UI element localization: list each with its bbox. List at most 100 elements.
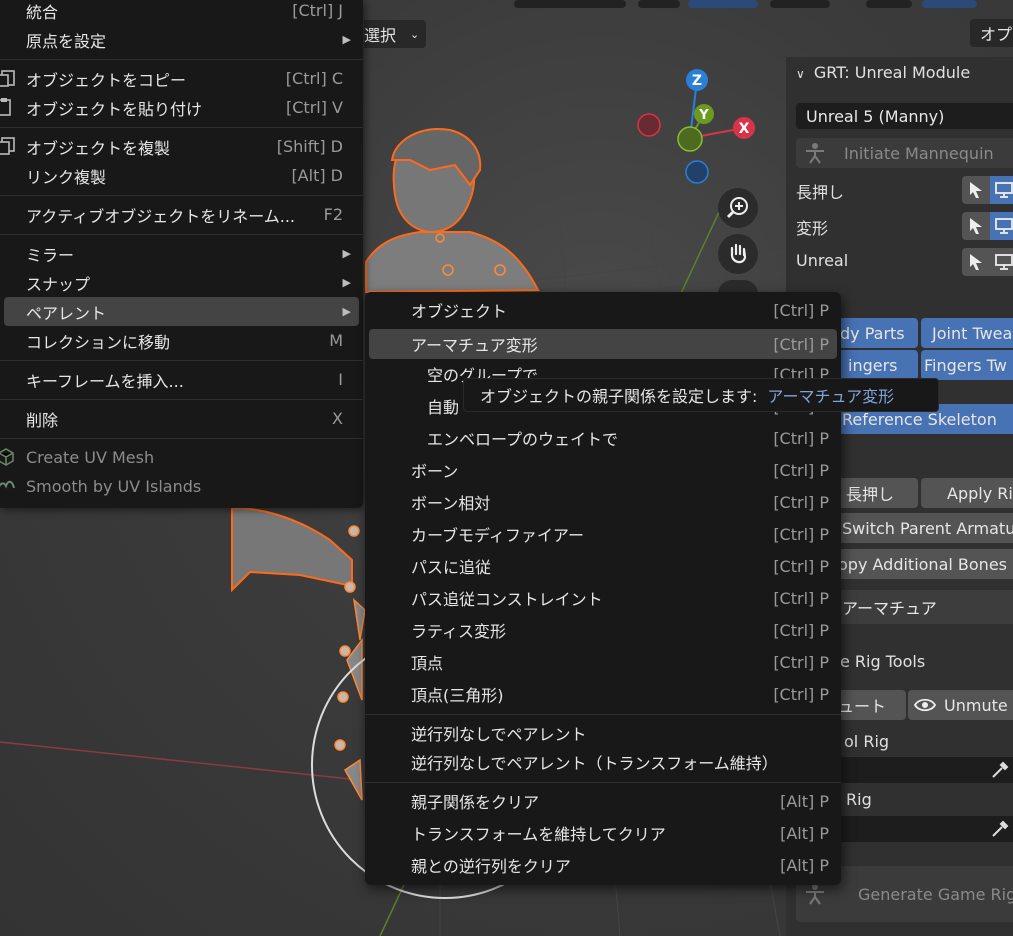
panel-header-label: GRT: Unreal Module bbox=[813, 63, 971, 82]
menu-item-insert-keyframe[interactable]: キーフレームを挿入... I bbox=[0, 365, 363, 394]
rig-field[interactable] bbox=[820, 816, 1013, 842]
submenu-item-bone-relative[interactable]: ボーン相対 [Ctrl] P bbox=[365, 487, 841, 517]
fingers-twist-button[interactable]: Fingers Tw bbox=[921, 350, 1013, 380]
options-button[interactable]: オプ bbox=[970, 19, 1013, 47]
panel-header[interactable]: ∨ GRT: Unreal Module bbox=[796, 63, 970, 82]
header-snap[interactable] bbox=[688, 0, 758, 8]
menu-item-parent[interactable]: ペアレント ▶ bbox=[4, 297, 359, 326]
submenu-item-vertex-triangle[interactable]: 頂点(三角形) [Ctrl] P bbox=[365, 679, 841, 709]
unmute-label: Unmute bbox=[944, 695, 1008, 715]
body-parts-label: dy Parts bbox=[840, 323, 905, 343]
select-mode-dropdown[interactable]: 選択 ⌄ bbox=[364, 20, 426, 48]
apply-rig-button[interactable]: Apply Ri bbox=[921, 478, 1013, 508]
zoom-button[interactable] bbox=[718, 188, 758, 228]
monitor-icon[interactable] bbox=[990, 176, 1013, 204]
submenu-separator bbox=[365, 714, 841, 715]
menu-item-rename-active[interactable]: アクティブオブジェクトをリネーム... F2 bbox=[0, 200, 363, 229]
options-label: オプ bbox=[980, 25, 1013, 44]
monitor-icon[interactable] bbox=[990, 248, 1013, 276]
header-toggle[interactable] bbox=[638, 0, 680, 8]
header-gizmo-toggle[interactable] bbox=[922, 0, 977, 8]
zoom-icon bbox=[726, 197, 748, 219]
cursor-icon[interactable] bbox=[962, 176, 990, 204]
tooltip-value: アーマチュア変形 bbox=[767, 387, 895, 406]
submenu-item-shortcut: [Ctrl] P bbox=[773, 556, 829, 576]
menu-item-create-uv-mesh[interactable]: Create UV Mesh bbox=[0, 443, 363, 472]
header-dropdown[interactable] bbox=[514, 0, 626, 8]
menu-item-set-origin[interactable]: 原点を設定 ▶ bbox=[0, 25, 363, 54]
submenu-item-curve-deform[interactable]: カーブモディファイアー [Ctrl] P bbox=[365, 519, 841, 549]
submenu-item-clear-parent[interactable]: 親子関係をクリア [Alt] P bbox=[365, 786, 841, 816]
mannequin-icon bbox=[806, 143, 824, 164]
initiate-mannequin-button[interactable]: Initiate Mannequin bbox=[796, 138, 1013, 168]
submenu-item-follow-path[interactable]: パスに追従 [Ctrl] P bbox=[365, 551, 841, 581]
submenu-item-vertex[interactable]: 頂点 [Ctrl] P bbox=[365, 647, 841, 677]
menu-item-mirror[interactable]: ミラー ▶ bbox=[0, 239, 363, 268]
cursor-icon[interactable] bbox=[962, 212, 990, 240]
submenu-item-label: ボーン bbox=[411, 462, 459, 481]
monitor-icon[interactable] bbox=[990, 212, 1013, 240]
row-hold-label: 長押し bbox=[796, 183, 845, 202]
submenu-item-armature-deform[interactable]: アーマチュア変形 [Ctrl] P bbox=[369, 329, 837, 359]
menu-item-label: 削除 bbox=[26, 410, 59, 430]
submenu-item-lattice-deform[interactable]: ラティス変形 [Ctrl] P bbox=[365, 615, 841, 645]
eyedropper-icon[interactable] bbox=[990, 760, 1010, 784]
menu-item-duplicate-linked[interactable]: リンク複製 [Alt] D bbox=[0, 161, 363, 190]
menu-item-label: オブジェクトをコピー bbox=[26, 70, 187, 90]
menu-item-label: ミラー bbox=[26, 245, 75, 265]
navigation-gizmo[interactable]: Z Y X bbox=[630, 66, 760, 196]
copy-icon bbox=[0, 70, 15, 87]
submenu-item-clear-keep-transform[interactable]: トランスフォームを維持してクリア [Alt] P bbox=[365, 818, 841, 848]
menu-item-duplicate[interactable]: オブジェクトを複製 [Shift] D bbox=[0, 132, 363, 161]
paste-icon bbox=[0, 98, 11, 116]
reference-skeleton-label: Reference Skeleton bbox=[842, 409, 997, 429]
header-view[interactable] bbox=[866, 0, 912, 8]
joint-tweak-button[interactable]: Joint Twea bbox=[921, 318, 1013, 348]
submenu-item-clear-parent-inverse[interactable]: 親との逆行列をクリア [Alt] P bbox=[365, 850, 841, 880]
header-proportional[interactable] bbox=[770, 0, 830, 8]
submenu-item-shortcut: [Ctrl] P bbox=[773, 428, 829, 448]
fingers-twist-label: Fingers Tw bbox=[924, 355, 1007, 375]
control-rig-label: ol Rig bbox=[844, 732, 890, 751]
menu-item-paste-objects[interactable]: オブジェクトを貼り付け [Ctrl] V bbox=[0, 93, 363, 122]
hold-button-label: 長押し bbox=[846, 485, 895, 504]
menu-item-move-to-collection[interactable]: コレクションに移動 M bbox=[0, 326, 363, 355]
submenu-arrow-icon: ▶ bbox=[342, 305, 351, 318]
armature-selector[interactable]: アーマチュア bbox=[820, 590, 1013, 624]
submenu-item-object[interactable]: オブジェクト [Ctrl] P bbox=[365, 295, 841, 325]
submenu-item-label: 逆行列なしでペアレント（トランスフォーム維持） bbox=[411, 754, 778, 773]
submenu-item-envelope-weights[interactable]: エンベロープのウェイトで [Ctrl] P bbox=[365, 423, 841, 453]
chevron-down-icon: ⌄ bbox=[410, 27, 420, 41]
unmute-button[interactable]: Unmute bbox=[908, 690, 1013, 720]
submenu-item-shortcut: [Ctrl] P bbox=[773, 620, 829, 640]
chevron-down-icon: ∨ bbox=[796, 67, 805, 81]
submenu-item-label: カーブモディファイアー bbox=[411, 526, 584, 545]
submenu-item-shortcut: [Ctrl] P bbox=[773, 524, 829, 544]
menu-item-join[interactable]: 統合 [Ctrl] J bbox=[0, 0, 363, 25]
cursor-icon[interactable] bbox=[962, 248, 990, 276]
hand-icon bbox=[730, 243, 747, 264]
menu-item-smooth-uv-islands[interactable]: Smooth by UV Islands bbox=[0, 472, 363, 501]
copy-additional-bones-button[interactable]: opy Additional Bones bbox=[820, 549, 1013, 579]
menu-item-label: 統合 bbox=[26, 2, 59, 22]
submenu-item-bone[interactable]: ボーン [Ctrl] P bbox=[365, 455, 841, 485]
submenu-item-parent-without-inverse-keep-transform[interactable]: 逆行列なしでペアレント（トランスフォーム維持） bbox=[365, 747, 841, 777]
switch-parent-label: Switch Parent Armatu bbox=[842, 518, 1013, 538]
pan-button[interactable] bbox=[718, 234, 758, 274]
preset-dropdown[interactable]: Unreal 5 (Manny) bbox=[796, 103, 1013, 129]
menu-item-shortcut: X bbox=[332, 409, 343, 428]
menu-item-label: 原点を設定 bbox=[26, 31, 107, 51]
submenu-item-label: 親との逆行列をクリア bbox=[411, 857, 571, 876]
submenu-item-shortcut: [Ctrl] P bbox=[773, 492, 829, 512]
control-rig-field[interactable] bbox=[820, 757, 1013, 783]
menu-item-copy-objects[interactable]: オブジェクトをコピー [Ctrl] C bbox=[0, 64, 363, 93]
submenu-item-shortcut: [Alt] P bbox=[780, 823, 829, 843]
switch-parent-armature-button[interactable]: Switch Parent Armatu bbox=[820, 513, 1013, 543]
submenu-item-parent-without-inverse[interactable]: 逆行列なしでペアレント bbox=[365, 718, 841, 748]
menu-item-delete[interactable]: 削除 X bbox=[0, 404, 363, 433]
eyedropper-icon[interactable] bbox=[990, 819, 1010, 843]
menu-item-snap[interactable]: スナップ ▶ bbox=[0, 268, 363, 297]
menu-item-label: リンク複製 bbox=[26, 167, 107, 187]
submenu-item-path-constraint[interactable]: パス追従コンストレイント [Ctrl] P bbox=[365, 583, 841, 613]
menu-separator bbox=[0, 399, 363, 400]
